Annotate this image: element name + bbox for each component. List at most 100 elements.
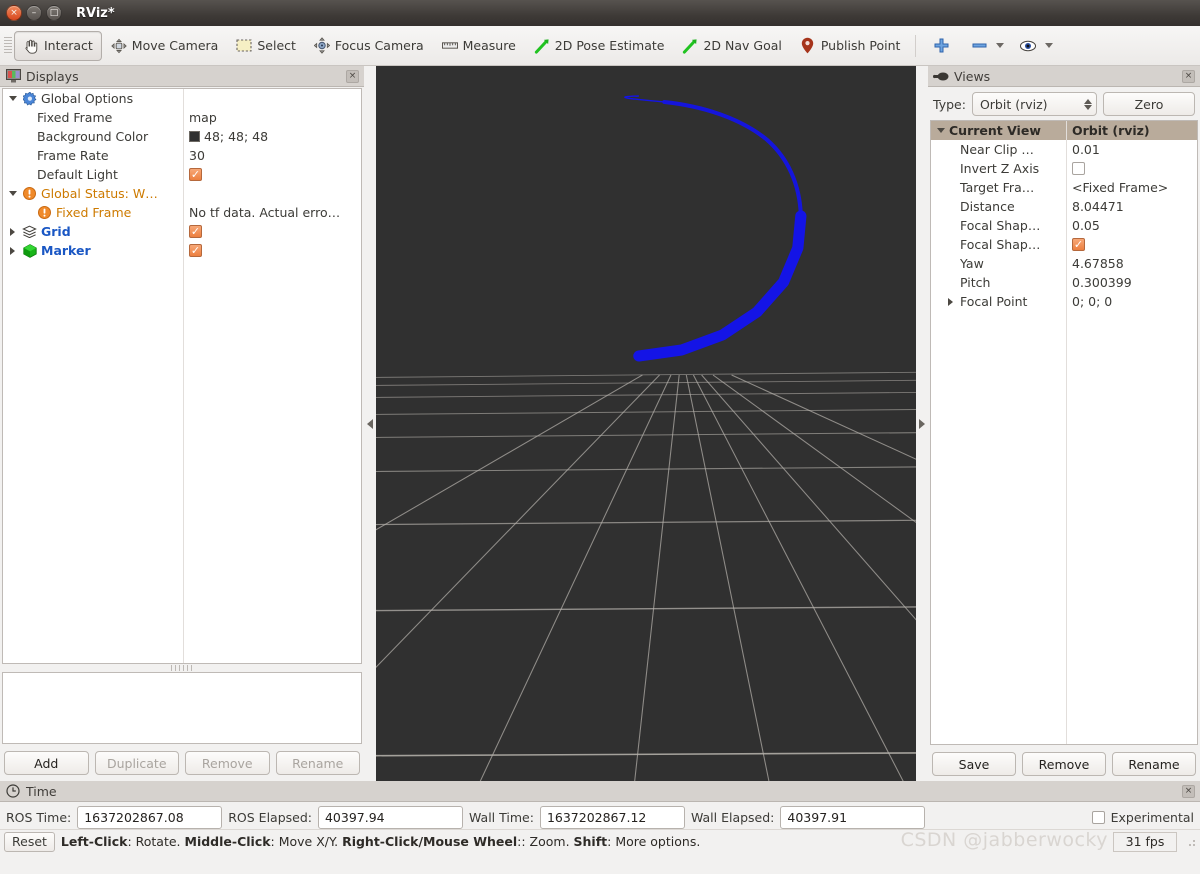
views-row-value-cell[interactable]: 0.300399 bbox=[1066, 275, 1197, 290]
save-view-button[interactable]: Save bbox=[932, 752, 1016, 776]
views-row-value-cell[interactable]: 0.01 bbox=[1066, 142, 1197, 157]
rename-view-button[interactable]: Rename bbox=[1112, 752, 1196, 776]
time-field-input[interactable]: 40397.94 bbox=[318, 806, 463, 829]
toolbar-item-label: Move Camera bbox=[132, 38, 219, 53]
zero-button[interactable]: Zero bbox=[1103, 92, 1195, 116]
remove-tool-button[interactable] bbox=[960, 31, 992, 61]
views-tree[interactable]: Current View Orbit (rviz) Near Clip …0.0… bbox=[930, 120, 1198, 745]
views-tree-row[interactable]: Distance8.04471 bbox=[931, 197, 1197, 216]
displays-row-value-cell[interactable]: 30 bbox=[183, 148, 361, 163]
window-maximize-button[interactable]: □ bbox=[46, 5, 62, 21]
toolbar-drag-handle[interactable] bbox=[4, 37, 12, 55]
checkbox-checked[interactable]: ✓ bbox=[189, 168, 202, 181]
checkbox-unchecked[interactable] bbox=[1072, 162, 1085, 175]
add-display-button[interactable]: Add bbox=[4, 751, 89, 775]
displays-row-label-cell: Fixed Frame bbox=[3, 205, 183, 221]
right-panel-collapse-handle[interactable] bbox=[916, 66, 928, 781]
views-tree-row[interactable]: Yaw4.67858 bbox=[931, 254, 1197, 273]
hint-part: :: Zoom. bbox=[517, 834, 573, 849]
resize-grip[interactable] bbox=[1186, 837, 1196, 847]
views-row-value-cell[interactable]: 0.05 bbox=[1066, 218, 1197, 233]
color-swatch[interactable] bbox=[189, 131, 200, 142]
time-close-button[interactable]: × bbox=[1182, 785, 1195, 798]
toolbar-measure-button[interactable]: Measure bbox=[433, 31, 525, 61]
display-properties-area[interactable] bbox=[2, 672, 362, 744]
add-tool-button[interactable] bbox=[922, 31, 960, 61]
views-tree-row[interactable]: Invert Z Axis bbox=[931, 159, 1197, 178]
displays-row-value-cell[interactable]: ✓ bbox=[183, 225, 361, 238]
displays-tree-row[interactable]: Frame Rate30 bbox=[3, 146, 361, 165]
displays-splitter[interactable] bbox=[0, 664, 364, 672]
displays-row-label-cell: Grid bbox=[3, 224, 183, 240]
reset-button[interactable]: Reset bbox=[4, 832, 55, 852]
views-tree-row[interactable]: Target Fra…<Fixed Frame> bbox=[931, 178, 1197, 197]
displays-tree-row[interactable]: Marker✓ bbox=[3, 241, 361, 260]
displays-row-value-cell[interactable]: map bbox=[183, 110, 361, 125]
chevron-down-icon bbox=[996, 43, 1004, 48]
checkbox-checked[interactable]: ✓ bbox=[189, 225, 202, 238]
views-row-value-cell[interactable] bbox=[1066, 162, 1197, 175]
views-column-divider[interactable] bbox=[1066, 121, 1067, 744]
views-row-name: Focal Shap… bbox=[960, 237, 1040, 252]
views-tree-row[interactable]: Pitch0.300399 bbox=[931, 273, 1197, 292]
window-minimize-button[interactable]: – bbox=[26, 5, 42, 21]
visibility-dropdown[interactable] bbox=[1041, 31, 1062, 61]
time-field-input[interactable]: 1637202867.08 bbox=[77, 806, 222, 829]
displays-row-value-cell[interactable]: 48; 48; 48 bbox=[183, 129, 361, 144]
displays-tree-row[interactable]: Global Status: W… bbox=[3, 184, 361, 203]
displays-tree[interactable]: Global OptionsFixed FramemapBackground C… bbox=[2, 88, 362, 664]
displays-tree-row[interactable]: Background Color48; 48; 48 bbox=[3, 127, 361, 146]
window-close-button[interactable]: × bbox=[6, 5, 22, 21]
spinner-arrows-icon[interactable] bbox=[1084, 99, 1092, 110]
views-tree-row[interactable]: Focal Point 0; 0; 0 bbox=[931, 292, 1197, 311]
toolbar-select-button[interactable]: Select bbox=[227, 31, 305, 61]
experimental-checkbox-group[interactable]: Experimental bbox=[1092, 810, 1194, 825]
view-type-select[interactable]: Orbit (rviz) bbox=[972, 92, 1097, 116]
zero-button-label: Zero bbox=[1135, 97, 1164, 112]
views-tree-row[interactable]: Focal Shap…0.05 bbox=[931, 216, 1197, 235]
toolbar-focus-camera-button[interactable]: Focus Camera bbox=[305, 31, 433, 61]
time-field-input[interactable]: 40397.91 bbox=[780, 806, 925, 829]
views-button-row: SaveRemoveRename bbox=[928, 745, 1200, 781]
displays-close-button[interactable]: × bbox=[346, 70, 359, 83]
toolbar-2d-nav-goal-button[interactable]: 2D Nav Goal bbox=[673, 31, 790, 61]
views-row-value-cell[interactable]: 0; 0; 0 bbox=[1066, 294, 1197, 309]
visibility-button[interactable] bbox=[1013, 31, 1041, 61]
checkbox-unchecked[interactable] bbox=[1092, 811, 1105, 824]
left-panel-collapse-handle[interactable] bbox=[364, 66, 376, 781]
remove-tool-dropdown[interactable] bbox=[992, 31, 1013, 61]
views-tree-row[interactable]: Near Clip …0.01 bbox=[931, 140, 1197, 159]
displays-tree-row[interactable]: Default Light✓ bbox=[3, 165, 361, 184]
toolbar-interact-button[interactable]: Interact bbox=[14, 31, 102, 61]
views-row-value-cell[interactable]: 8.04471 bbox=[1066, 199, 1197, 214]
toolbar-publish-point-button[interactable]: Publish Point bbox=[791, 31, 910, 61]
expander-right-icon[interactable] bbox=[7, 247, 18, 255]
render-viewport-3d[interactable] bbox=[376, 66, 916, 781]
expander-right-icon[interactable] bbox=[7, 228, 18, 236]
displays-tree-row[interactable]: Fixed FrameNo tf data. Actual erro… bbox=[3, 203, 361, 222]
toolbar-move-camera-button[interactable]: Move Camera bbox=[102, 31, 228, 61]
displays-panel: Displays × Global OptionsFixed FramemapB… bbox=[0, 66, 364, 781]
expander-down-icon[interactable] bbox=[935, 128, 946, 133]
views-close-button[interactable]: × bbox=[1182, 70, 1195, 83]
displays-row-value-cell[interactable]: ✓ bbox=[183, 244, 361, 257]
views-row-value-cell[interactable]: ✓ bbox=[1066, 238, 1197, 251]
displays-tree-row[interactable]: Fixed Framemap bbox=[3, 108, 361, 127]
checkbox-checked[interactable]: ✓ bbox=[1072, 238, 1085, 251]
toolbar-2d-pose-estimate-button[interactable]: 2D Pose Estimate bbox=[525, 31, 674, 61]
checkbox-checked[interactable]: ✓ bbox=[189, 244, 202, 257]
views-tree-row[interactable]: Focal Shap… ✓ bbox=[931, 235, 1197, 254]
expander-down-icon[interactable] bbox=[7, 191, 18, 196]
displays-tree-row[interactable]: Global Options bbox=[3, 89, 361, 108]
views-row-value-cell[interactable]: 4.67858 bbox=[1066, 256, 1197, 271]
time-field-input[interactable]: 1637202867.12 bbox=[540, 806, 685, 829]
displays-tree-row[interactable]: Grid ✓ bbox=[3, 222, 361, 241]
displays-row-value-cell[interactable]: No tf data. Actual erro… bbox=[183, 205, 361, 220]
expander-right-icon[interactable] bbox=[935, 298, 957, 306]
views-row-value-cell[interactable]: <Fixed Frame> bbox=[1066, 180, 1197, 195]
displays-row-value-cell[interactable]: ✓ bbox=[183, 168, 361, 181]
views-tree-header[interactable]: Current View Orbit (rviz) bbox=[931, 121, 1197, 140]
remove-view-button[interactable]: Remove bbox=[1022, 752, 1106, 776]
views-row-name: Focal Point bbox=[960, 294, 1027, 309]
expander-down-icon[interactable] bbox=[7, 96, 18, 101]
